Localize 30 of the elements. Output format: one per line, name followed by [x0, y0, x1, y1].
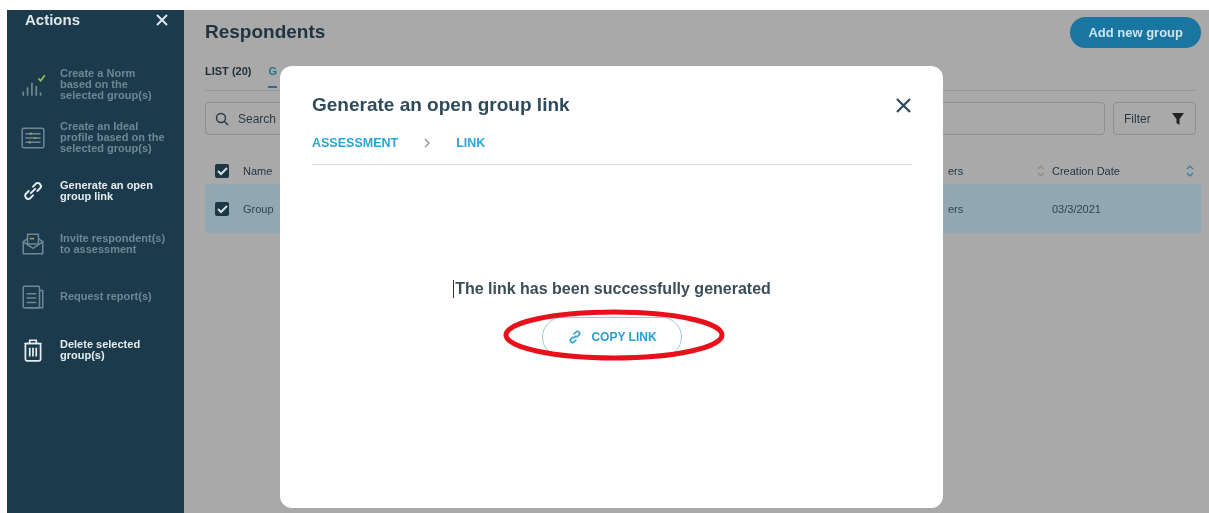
- sliders-icon: [20, 124, 46, 151]
- table-cell: ers: [948, 202, 964, 215]
- column-header[interactable]: Creation Date: [1052, 165, 1120, 177]
- filter-icon: [1171, 111, 1185, 126]
- check-icon: [215, 164, 229, 178]
- add-group-button[interactable]: Add new group: [1070, 16, 1201, 48]
- tab[interactable]: LIST (20): [205, 63, 252, 86]
- close-icon[interactable]: [895, 96, 912, 114]
- dialog-title: Generate an open group link: [312, 94, 570, 116]
- column-header[interactable]: Name: [243, 165, 273, 177]
- breadcrumb-step[interactable]: ASSESSMENT: [312, 136, 399, 150]
- checkbox[interactable]: [215, 164, 229, 178]
- column-header[interactable]: ers: [948, 165, 964, 177]
- document-icon: [20, 283, 46, 310]
- table-cell: 03/3/2021: [1052, 202, 1101, 215]
- sidebar-action[interactable]: Delete selected group(s): [20, 323, 184, 376]
- table-cell: Group: [243, 202, 274, 215]
- page-title: Respondents: [205, 21, 326, 43]
- envelope-icon: [20, 230, 46, 257]
- text-cursor: [453, 280, 455, 298]
- checkbox[interactable]: [215, 201, 229, 216]
- filter-button[interactable]: Filter: [1113, 102, 1196, 135]
- chevron-right-icon: [423, 138, 432, 148]
- sidebar-action[interactable]: Generate an open group link: [20, 164, 184, 217]
- breadcrumb-step[interactable]: LINK: [456, 136, 486, 150]
- link-icon: [567, 329, 584, 345]
- search-icon: [215, 112, 229, 126]
- sidebar-title: Actions: [25, 10, 80, 28]
- success-message: The link has been successfully generated: [455, 280, 771, 298]
- tab[interactable]: G: [268, 63, 277, 88]
